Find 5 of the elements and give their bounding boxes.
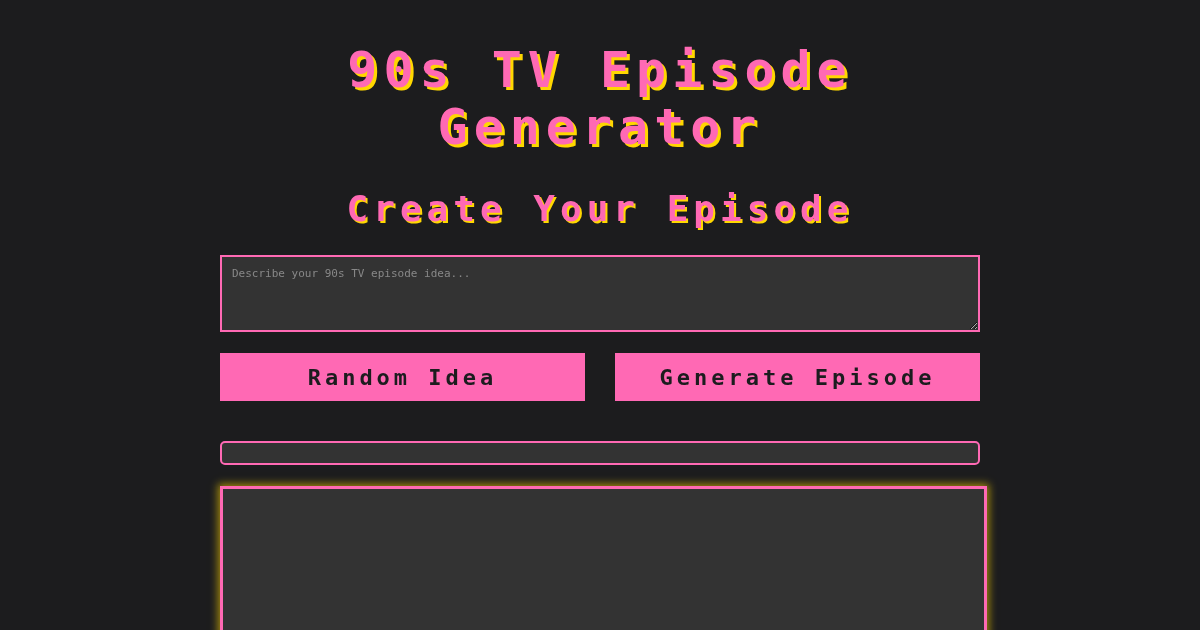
section-heading: Create Your Episode xyxy=(345,189,855,229)
page-title: 90s TV Episode Generator xyxy=(346,42,854,156)
action-button[interactable]: Random Idea xyxy=(220,353,585,401)
action-button[interactable]: Generate Episode xyxy=(615,353,980,401)
idea-input[interactable]: Describe your 90s TV episode idea... xyxy=(220,255,980,332)
